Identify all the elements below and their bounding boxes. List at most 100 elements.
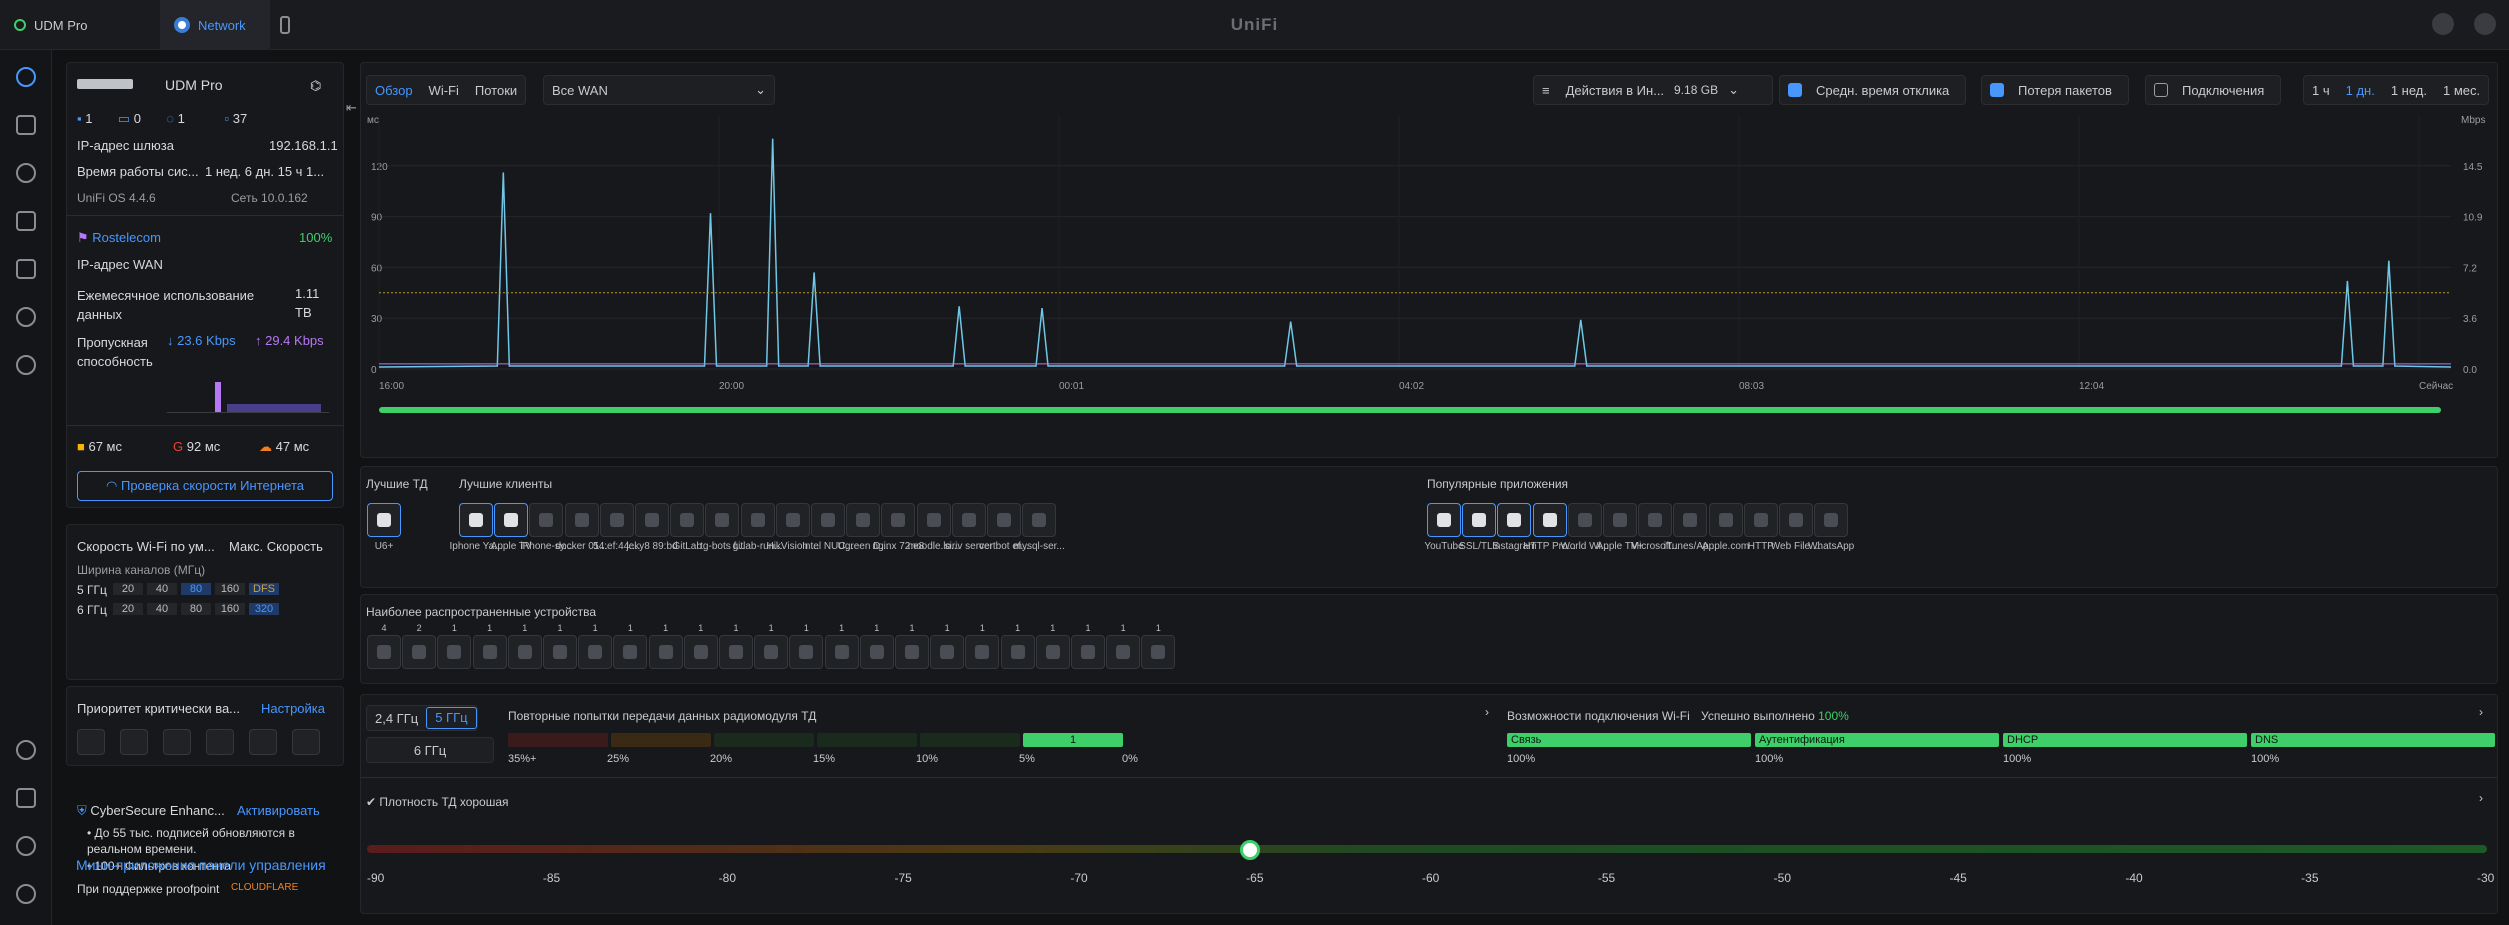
common-device-tile[interactable] (895, 635, 929, 669)
retry-chevron-icon[interactable]: › (1485, 705, 1489, 719)
common-device-tile[interactable] (613, 635, 648, 669)
conn-chevron-icon[interactable]: › (2479, 705, 2483, 719)
channel-width-option[interactable]: 40 (147, 583, 177, 595)
app-tile[interactable] (1462, 503, 1497, 537)
channel-width-option[interactable]: 40 (147, 603, 177, 615)
mini-apps-link[interactable]: Мини-приложения панели управления (76, 857, 326, 873)
app-tile[interactable] (1779, 503, 1813, 537)
common-device-tile[interactable] (437, 635, 472, 669)
common-device-tile[interactable] (578, 635, 613, 669)
wan-select[interactable]: Все WAN ⌄ (543, 75, 775, 105)
tab-wifi[interactable]: Wi-Fi (421, 83, 467, 98)
common-device-tile[interactable] (789, 635, 824, 669)
client-tile[interactable] (811, 503, 845, 537)
app-tile[interactable] (1743, 503, 1778, 537)
avg-response-toggle[interactable]: Средн. время отклика (1779, 75, 1967, 105)
band-24-button[interactable]: 2,4 ГГц (367, 711, 426, 726)
app-tile[interactable] (1814, 503, 1849, 537)
common-device-tile[interactable] (648, 635, 683, 669)
client-tile[interactable] (775, 503, 810, 537)
channel-width-option[interactable]: 20 (113, 583, 143, 595)
band-6-button[interactable]: 6 ГГц (366, 737, 494, 763)
common-device-tile[interactable] (367, 635, 401, 669)
app-tile[interactable] (1427, 503, 1461, 537)
admins-icon[interactable] (16, 884, 36, 904)
channel-width-option[interactable]: DFS (249, 583, 279, 595)
client-tile[interactable] (564, 503, 599, 537)
traffic-icon[interactable] (16, 307, 36, 327)
app-tile[interactable] (1603, 503, 1637, 537)
logs-icon[interactable] (16, 788, 36, 808)
client-tile[interactable] (494, 503, 529, 537)
client-tile[interactable] (951, 503, 986, 537)
app-tile[interactable] (1532, 503, 1567, 537)
speedtest-button[interactable]: ◠ Проверка скорости Интернета (77, 471, 333, 501)
insights-icon[interactable] (16, 259, 36, 279)
density-chevron-icon[interactable]: › (2479, 791, 2483, 805)
client-tile[interactable] (987, 503, 1021, 537)
protect-icon[interactable] (16, 355, 36, 375)
client-tile[interactable] (529, 503, 564, 537)
dashboard-icon[interactable] (16, 67, 36, 87)
common-device-tile[interactable] (402, 635, 437, 669)
range-1w[interactable]: 1 нед. (2383, 83, 2435, 98)
account-avatar[interactable] (2474, 13, 2496, 35)
tab-overview[interactable]: Обзор (367, 83, 421, 98)
client-tile[interactable] (705, 503, 740, 537)
alerts-icon[interactable] (16, 836, 36, 856)
app-tile[interactable] (1567, 503, 1602, 537)
common-device-tile[interactable] (754, 635, 789, 669)
common-device-tile[interactable] (930, 635, 965, 669)
connections-toggle[interactable]: Подключения (2145, 75, 2282, 105)
common-device-tile[interactable] (965, 635, 1000, 669)
common-device-tile[interactable] (859, 635, 894, 669)
common-device-tile[interactable] (1035, 635, 1070, 669)
priority-setup-link[interactable]: Настройка (261, 701, 325, 716)
activity-select[interactable]: ≡ Действия в Ин... 9.18 GB ⌄ (1533, 75, 1773, 105)
range-1d[interactable]: 1 дн. (2338, 83, 2383, 98)
app-tile[interactable] (1708, 503, 1743, 537)
channel-width-option[interactable]: 160 (215, 603, 245, 615)
ap-tile[interactable] (367, 503, 401, 537)
common-device-tile[interactable] (1000, 635, 1035, 669)
gateway-ip[interactable]: 192.168.1.1 (269, 138, 338, 153)
app-tile[interactable] (1638, 503, 1673, 537)
clients-icon[interactable] (16, 211, 36, 231)
channel-width-option[interactable]: 160 (215, 583, 245, 595)
client-tile[interactable] (740, 503, 775, 537)
channel-width-option[interactable]: 320 (249, 603, 279, 615)
channel-width-option[interactable]: 80 (181, 583, 211, 595)
wifi-speed-card[interactable]: Скорость Wi-Fi по ум... Макс. Скорость Ш… (66, 524, 344, 680)
band-5-button[interactable]: 5 ГГц (426, 707, 477, 729)
common-device-tile[interactable] (719, 635, 753, 669)
cyber-activate-link[interactable]: Активировать (237, 803, 320, 818)
client-tile[interactable] (599, 503, 634, 537)
client-tile[interactable] (459, 503, 493, 537)
packet-loss-toggle[interactable]: Потеря пакетов (1981, 75, 2129, 105)
client-tile[interactable] (635, 503, 669, 537)
topology-icon[interactable] (16, 115, 36, 135)
client-tile[interactable] (670, 503, 705, 537)
client-tile[interactable] (881, 503, 916, 537)
app-tile[interactable] (1497, 503, 1532, 537)
range-1h[interactable]: 1 ч (2304, 83, 2338, 98)
app-tile[interactable] (1673, 503, 1708, 537)
client-tile[interactable] (846, 503, 881, 537)
common-device-tile[interactable] (824, 635, 859, 669)
common-device-tile[interactable] (472, 635, 507, 669)
common-device-tile[interactable] (1106, 635, 1141, 669)
range-1m[interactable]: 1 мес. (2435, 83, 2488, 98)
client-tile[interactable] (916, 503, 951, 537)
devices-icon[interactable] (16, 163, 36, 183)
common-device-tile[interactable] (507, 635, 542, 669)
tab-flows[interactable]: Потоки (467, 83, 525, 98)
common-device-tile[interactable] (1071, 635, 1105, 669)
theme-toggle-icon[interactable] (2432, 13, 2454, 35)
settings-icon[interactable] (16, 740, 36, 760)
common-device-tile[interactable] (543, 635, 577, 669)
common-device-tile[interactable] (683, 635, 718, 669)
channel-width-option[interactable]: 20 (113, 603, 143, 615)
common-device-tile[interactable] (1141, 635, 1176, 669)
client-tile[interactable] (1022, 503, 1057, 537)
channel-width-option[interactable]: 80 (181, 603, 211, 615)
